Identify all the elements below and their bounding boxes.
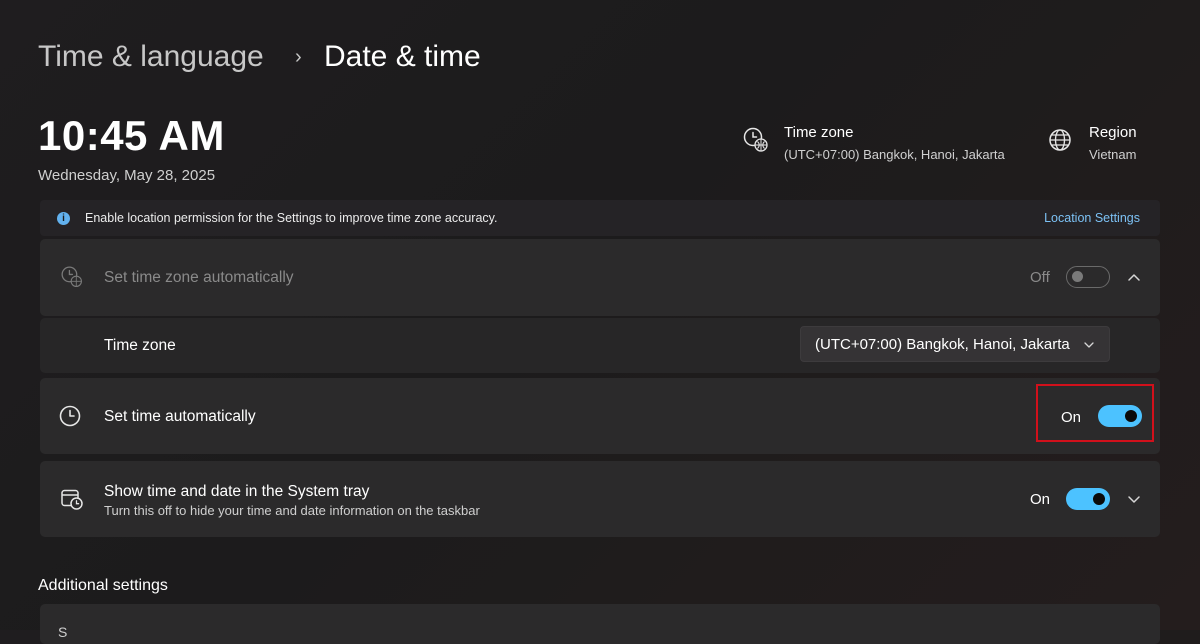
timezone-dropdown-value: (UTC+07:00) Bangkok, Hanoi, Jakarta <box>815 336 1070 353</box>
timezone-dropdown[interactable]: (UTC+07:00) Bangkok, Hanoi, Jakarta <box>800 326 1110 362</box>
auto-timezone-label: Set time zone automatically <box>104 269 294 286</box>
system-tray-label: Show time and date in the System tray <box>104 483 370 500</box>
globe-icon <box>1049 129 1071 151</box>
globe-clock-icon <box>61 266 82 287</box>
auto-time-label: Set time automatically <box>104 408 256 425</box>
region-info: Region Vietnam <box>1047 124 1137 162</box>
region-info-value: Vietnam <box>1089 147 1137 162</box>
additional-settings-item[interactable]: S <box>40 604 1160 644</box>
chevron-down-icon[interactable] <box>1126 491 1142 507</box>
timezone-info-value: (UTC+07:00) Bangkok, Hanoi, Jakarta <box>784 147 1005 162</box>
auto-time-row[interactable]: Set time automatically On <box>40 378 1160 454</box>
current-time: 10:45 AM <box>38 112 225 159</box>
auto-timezone-row[interactable]: Set time zone automatically Off <box>40 239 1160 316</box>
system-tray-row[interactable]: Show time and date in the System tray Tu… <box>40 461 1160 537</box>
additional-settings-item-label: S <box>58 624 68 640</box>
system-tray-state: On <box>1030 491 1051 508</box>
banner-message: Enable location permission for the Setti… <box>85 211 498 225</box>
chevron-up-icon[interactable] <box>1126 269 1142 285</box>
highlight-box <box>1036 384 1154 442</box>
page-title: Date & time <box>324 40 481 73</box>
auto-timezone-state: Off <box>1030 269 1050 286</box>
calendar-clock-icon <box>61 489 83 510</box>
chevron-down-icon <box>1084 342 1094 348</box>
location-settings-link[interactable]: Location Settings <box>1044 211 1140 225</box>
breadcrumb-separator: › <box>295 46 302 68</box>
current-date: Wednesday, May 28, 2025 <box>38 167 216 184</box>
timezone-select-label: Time zone <box>104 337 176 354</box>
location-permission-banner: i Enable location permission for the Set… <box>40 200 1160 236</box>
region-info-title: Region <box>1089 124 1137 141</box>
clock-icon <box>59 405 81 427</box>
system-tray-description: Turn this off to hide your time and date… <box>104 503 480 518</box>
timezone-info-title: Time zone <box>784 124 854 141</box>
timezone-info: Time zone (UTC+07:00) Bangkok, Hanoi, Ja… <box>742 124 1005 162</box>
breadcrumb-parent[interactable]: Time & language <box>38 40 264 74</box>
additional-settings-heading: Additional settings <box>38 577 168 594</box>
globe-clock-icon <box>743 127 768 152</box>
auto-timezone-toggle[interactable] <box>1066 266 1110 288</box>
system-tray-toggle[interactable] <box>1066 488 1110 510</box>
info-icon: i <box>57 212 70 225</box>
